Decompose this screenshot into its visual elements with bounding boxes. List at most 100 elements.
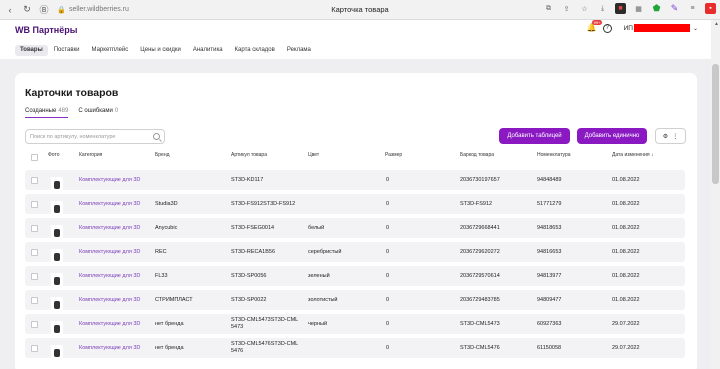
- row-category[interactable]: Комплектующие для 3D: [79, 225, 140, 231]
- nav-warehouses[interactable]: Карта складов: [229, 45, 281, 56]
- col-color: Цвет: [308, 152, 320, 158]
- table-header: Фото Категория Бренд Артикул товара Цвет…: [25, 152, 685, 164]
- row-category[interactable]: Комплектующие для 3D: [79, 201, 140, 207]
- extension-red-icon[interactable]: ▪: [705, 3, 716, 14]
- product-photo: [51, 249, 63, 265]
- more-button[interactable]: ⚙ ⋮: [655, 128, 686, 144]
- user-menu[interactable]: ИП ⌄: [624, 24, 698, 32]
- browser-logo-icon[interactable]: Ⓑ: [37, 3, 51, 17]
- row-checkbox[interactable]: [31, 249, 38, 256]
- row-article-line2: 5473: [231, 324, 244, 330]
- row-brand: Studia3D: [155, 201, 178, 207]
- row-date: 01.08.2022: [612, 225, 640, 231]
- row-barcode: ST3D-CML5476: [460, 345, 500, 351]
- copy-icon[interactable]: ⧉: [543, 3, 554, 14]
- row-brand: Anycubic: [155, 225, 178, 231]
- row-article-line1: ST3D-CML5473ST3D-CML: [231, 317, 299, 323]
- back-icon[interactable]: ‹: [3, 3, 17, 17]
- table-row[interactable]: Комплектующие для 3D REC ST3D-RECA1B56 с…: [25, 242, 685, 265]
- row-category[interactable]: Комплектующие для 3D: [79, 345, 140, 351]
- product-tabs: Созданные 489 С ошибками 0: [25, 108, 118, 118]
- row-color: черный: [308, 321, 328, 327]
- col-barcode: Баркод товара: [460, 152, 495, 158]
- bookmark-icon[interactable]: ☆: [579, 3, 590, 14]
- table-row[interactable]: Комплектующие для 3D нет бренда ST3D-CML…: [25, 338, 685, 361]
- tab-errors[interactable]: С ошибками 0: [78, 108, 118, 118]
- search-input[interactable]: Поиск по артикулу, номенклатуре: [25, 129, 165, 144]
- table-row[interactable]: Комплектующие для 3D Anycubic ST3D-FSEG0…: [25, 218, 685, 241]
- col-date[interactable]: Дата изменения ↓: [612, 152, 653, 158]
- share-icon[interactable]: ⇪: [561, 3, 572, 14]
- user-label: ИП: [623, 24, 633, 32]
- row-nm: 94809477: [537, 297, 562, 303]
- row-brand: СТРИМПЛАСТ: [155, 297, 193, 303]
- nav-marketplace[interactable]: Маркетплейс: [86, 45, 135, 56]
- row-barcode: 2036729668441: [460, 225, 500, 231]
- table-row[interactable]: Комплектующие для 3D ST3D-KD117 0 203673…: [25, 170, 685, 193]
- row-article: ST3D-SP0056: [231, 273, 267, 279]
- add-single-button[interactable]: Добавить единично: [577, 128, 647, 144]
- tab-created-label: Созданные: [25, 108, 57, 114]
- table-row[interactable]: Комплектующие для 3D Studia3D ST3D-FS912…: [25, 194, 685, 217]
- products-card: Карточки товаров Созданные 489 С ошибками…: [15, 73, 697, 369]
- app-header: WB Партнёры Товары Поставки Маркетплейс …: [0, 20, 720, 59]
- row-article: ST3D-CML5476ST3D-CML 5476: [231, 341, 298, 355]
- row-brand: REC: [155, 249, 167, 255]
- tab-created[interactable]: Созданные 489: [25, 108, 69, 118]
- row-checkbox[interactable]: [31, 297, 38, 304]
- scrollbar-thumb[interactable]: [712, 64, 719, 184]
- scroll-up-icon[interactable]: ▲: [714, 21, 719, 27]
- shield-icon[interactable]: ⬟: [651, 3, 662, 14]
- row-date: 01.08.2022: [612, 273, 640, 279]
- pen-icon[interactable]: ✎: [669, 3, 680, 14]
- menu-icon[interactable]: ≡: [687, 3, 698, 14]
- logo[interactable]: WB Партнёры: [15, 25, 77, 35]
- row-category[interactable]: Комплектующие для 3D: [79, 297, 140, 303]
- row-article: ST3D-SP0022: [231, 297, 267, 303]
- row-category[interactable]: Комплектующие для 3D: [79, 321, 140, 327]
- table-row[interactable]: Комплектующие для 3D FL33 ST3D-SP0056 зе…: [25, 266, 685, 289]
- help-icon[interactable]: ?: [602, 23, 612, 33]
- row-nm: 94848489: [537, 177, 562, 183]
- address-bar[interactable]: 🔒 seller.wildberries.ru: [57, 6, 129, 14]
- download-icon[interactable]: ⤓: [597, 3, 608, 14]
- row-brand: FL33: [155, 273, 168, 279]
- row-size: 0: [386, 321, 390, 327]
- nav-products[interactable]: Товары: [15, 45, 48, 56]
- table-row[interactable]: Комплектующие для 3D СТРИМПЛАСТ ST3D-SP0…: [25, 290, 685, 313]
- search-icon[interactable]: [153, 133, 160, 140]
- row-checkbox[interactable]: [31, 177, 38, 184]
- product-photo: [51, 297, 63, 313]
- row-checkbox[interactable]: [31, 345, 38, 352]
- row-size: 0: [386, 177, 390, 183]
- product-photo: [51, 321, 63, 337]
- nav-analytics[interactable]: Аналитика: [187, 45, 229, 56]
- row-date: 01.08.2022: [612, 201, 640, 207]
- row-barcode: ST3D-FS912: [460, 201, 493, 207]
- add-by-table-button[interactable]: Добавить таблицей: [499, 128, 570, 144]
- notification-badge: 99+: [591, 20, 603, 25]
- tab-created-count: 489: [58, 108, 69, 114]
- col-date-label: Дата изменения: [612, 152, 650, 158]
- row-category[interactable]: Комплектующие для 3D: [79, 249, 140, 255]
- chevron-down-icon: ⌄: [692, 25, 698, 32]
- row-category[interactable]: Комплектующие для 3D: [79, 177, 140, 183]
- extension-gray-icon[interactable]: ▦: [633, 3, 644, 14]
- row-category[interactable]: Комплектующие для 3D: [79, 273, 140, 279]
- extension-icon[interactable]: ■: [615, 3, 626, 14]
- row-checkbox[interactable]: [31, 201, 38, 208]
- nav-ads[interactable]: Реклама: [281, 45, 317, 56]
- row-checkbox[interactable]: [31, 321, 38, 328]
- select-all-checkbox[interactable]: [31, 154, 38, 161]
- row-checkbox[interactable]: [31, 273, 38, 280]
- row-date: 01.08.2022: [612, 177, 640, 183]
- bell-icon[interactable]: 🔔 99+: [587, 20, 603, 33]
- product-photo: [51, 225, 63, 241]
- nav-supplies[interactable]: Поставки: [48, 45, 86, 56]
- row-nm: 51771279: [537, 201, 562, 207]
- row-size: 0: [386, 273, 390, 279]
- table-row[interactable]: Комплектующие для 3D нет бренда ST3D-CML…: [25, 314, 685, 337]
- reload-icon[interactable]: ↻: [20, 3, 34, 17]
- nav-prices[interactable]: Цены и скидки: [134, 45, 187, 56]
- row-checkbox[interactable]: [31, 225, 38, 232]
